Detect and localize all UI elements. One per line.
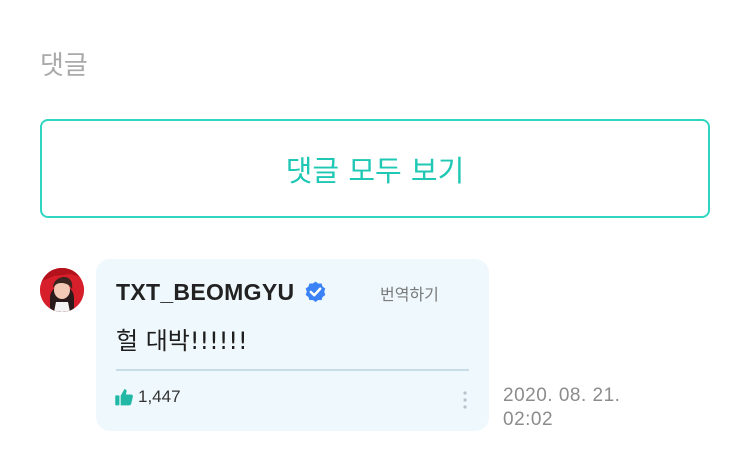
author-name[interactable]: TXT_BEOMGYU xyxy=(116,279,294,306)
section-title: 댓글 xyxy=(40,51,88,81)
divider xyxy=(116,369,469,371)
like-count: 1,447 xyxy=(138,387,181,406)
comment-timestamp: 2020. 08. 21. 02:02 xyxy=(503,384,653,432)
comment-time: 02:02 xyxy=(503,409,554,430)
translate-button[interactable]: 번역하기 xyxy=(380,281,439,305)
more-options-icon[interactable] xyxy=(460,389,470,411)
like-button[interactable]: 1,447 xyxy=(114,387,181,407)
verified-badge-icon xyxy=(306,281,326,302)
view-all-comments-button[interactable]: 댓글 모두 보기 xyxy=(40,119,710,218)
avatar-image xyxy=(40,268,84,312)
avatar[interactable] xyxy=(40,268,84,312)
comment-date: 2020. 08. 21. xyxy=(503,385,621,406)
comment-text: 헐 대박!!!!!! xyxy=(116,327,248,355)
thumbs-up-icon xyxy=(115,389,133,406)
comments-section: 댓글 댓글 모두 보기 TXT_BEOMGYU 번역하기 헐 대박!!!!!! xyxy=(0,0,750,452)
comment-bubble: TXT_BEOMGYU 번역하기 헐 대박!!!!!! 1,447 xyxy=(96,259,489,431)
comment-author[interactable]: TXT_BEOMGYU xyxy=(116,279,328,306)
